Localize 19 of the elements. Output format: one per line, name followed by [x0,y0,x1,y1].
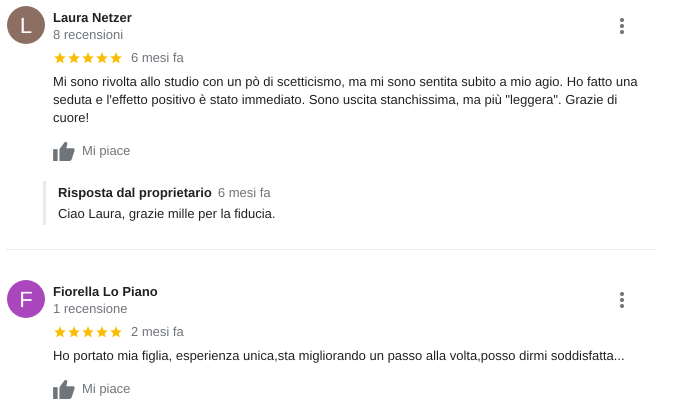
like-button[interactable]: Mi piace [53,141,130,161]
thumbs-up-icon [53,379,75,399]
review-time: 2 mesi fa [131,323,184,342]
more-options-icon[interactable] [619,292,625,308]
reviewer-name[interactable]: Fiorella Lo Piano [53,283,643,300]
avatar: L [7,6,45,44]
review-count: 8 recensioni [53,26,124,43]
reviewer-name[interactable]: Laura Netzer [53,9,643,26]
reply-time: 6 mesi fa [218,184,271,202]
thumbs-up-icon [53,141,75,161]
review-time: 6 mesi fa [131,49,184,68]
avatar: F [7,280,45,318]
reply-title: Risposta dal proprietario [58,184,212,202]
reply-text: Ciao Laura, grazie mille per la fiducia. [58,204,276,223]
review-text: Ho portato mia figlia, esperienza unica,sta migliorando un passo alla volta,posso dirmi soddisfatta... [53,347,626,365]
more-options-icon[interactable] [619,18,625,34]
review-text: Mi sono rivolta allo studio con un pò di scetticismo, ma mi sono sentita subito a mio agio. Ho fatto una seduta e l'effetto positivo è stato immediato. Sono uscita stanchissima, ma più "leggera". Grazie di cuore! [53,73,639,127]
like-button[interactable]: Mi piace [53,379,130,399]
review-count: 1 recensione [53,300,128,317]
